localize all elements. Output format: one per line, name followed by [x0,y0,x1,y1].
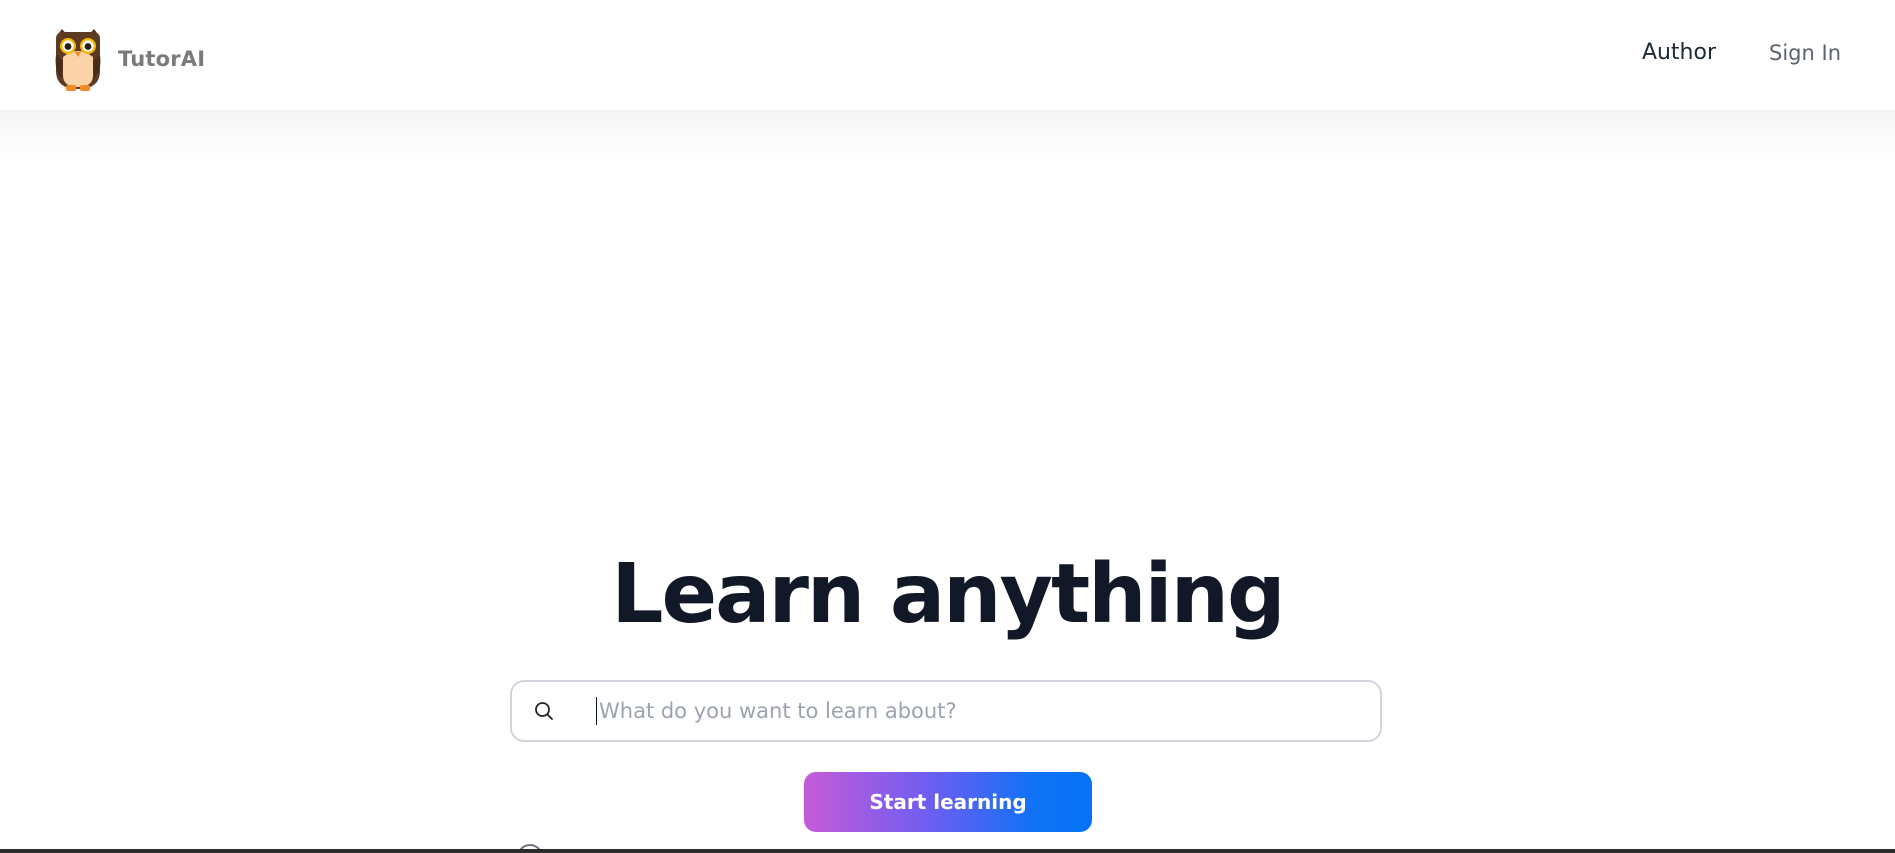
bottom-divider [0,849,1895,853]
page: TutorAI Author Sign In Learn anything St… [0,0,1895,853]
top-nav: Author Sign In [1642,40,1841,65]
header-shadow [0,110,1895,162]
search-box[interactable] [510,680,1382,742]
hero-title: Learn anything [611,547,1285,642]
nav-author-link[interactable]: Author [1642,40,1716,65]
brand-home-link[interactable]: TutorAI [52,27,205,91]
nav-sign-in-link[interactable]: Sign In [1769,41,1841,65]
text-caret [596,697,597,725]
brand-name: TutorAI [118,47,206,71]
start-learning-button[interactable]: Start learning [804,772,1092,832]
search-input[interactable] [599,699,1364,723]
top-header: TutorAI Author Sign In [0,0,1895,112]
search-icon [535,702,553,720]
owl-icon [55,29,101,91]
